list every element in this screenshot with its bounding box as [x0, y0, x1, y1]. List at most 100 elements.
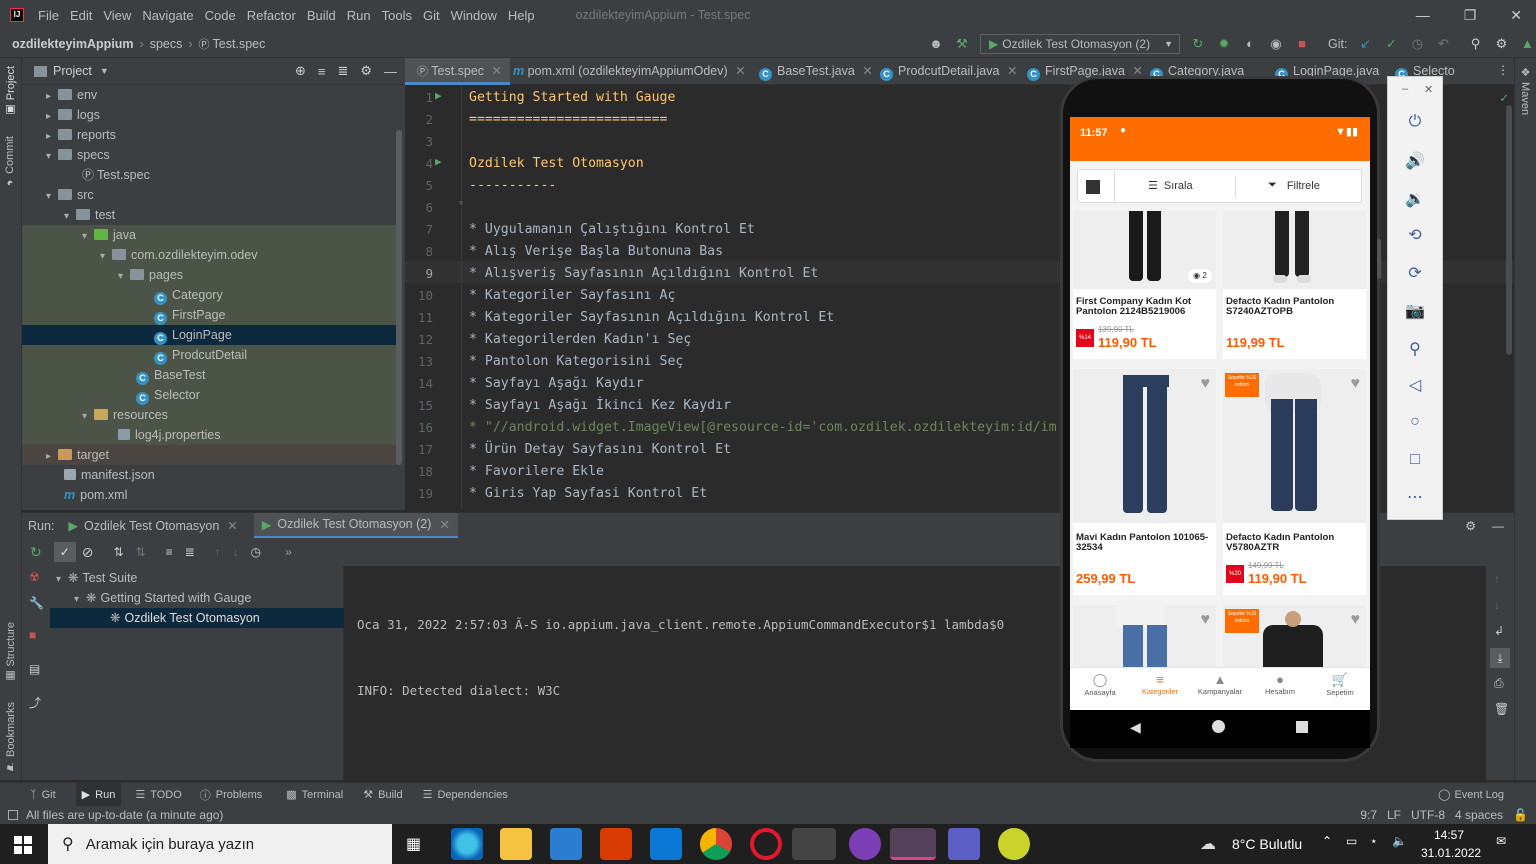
run-scenario-gutter-icon[interactable]: ▶	[435, 155, 442, 168]
favorite-heart-icon[interactable]: ♥	[1201, 611, 1211, 629]
maven-tool-tab[interactable]: ❖ Maven	[1519, 66, 1532, 115]
panel-settings-icon[interactable]: ⚙	[360, 63, 372, 79]
tree-item-java[interactable]: ▾ java	[82, 225, 136, 245]
tree-item-logs[interactable]: ▸ logs	[46, 105, 100, 125]
bookmarks-tool-tab[interactable]: ⚑ Bookmarks	[4, 702, 17, 773]
locate-file-icon[interactable]: ⊕	[295, 63, 306, 79]
tree-item-src[interactable]: ▾ src	[46, 185, 94, 205]
home-icon[interactable]: ○	[1388, 413, 1442, 431]
volume-down-icon[interactable]: 🔉	[1388, 189, 1442, 209]
rotate-right-icon[interactable]: ⟳	[1388, 263, 1442, 283]
status-toggle-icon[interactable]	[8, 810, 18, 820]
show-ignored-icon[interactable]: ⊘	[82, 544, 94, 561]
close-tab-icon[interactable]: ✕	[1007, 64, 1017, 78]
volume-up-icon[interactable]: 🔊	[1388, 151, 1442, 171]
todo-tool-tab[interactable]: ☰ TODO	[135, 788, 181, 802]
product-card[interactable]: ♥ Mavi Kadın Pantolon 101065-32534 259,9…	[1073, 369, 1216, 595]
android-recents-icon[interactable]	[1296, 721, 1308, 733]
tree-item-selector[interactable]: C Selector	[136, 385, 200, 405]
product-card[interactable]: Sepette %10 indirim ♥ Defacto Kadın Pant…	[1223, 369, 1366, 595]
close-tab-icon[interactable]: ✕	[735, 64, 745, 78]
breadcrumb-folder[interactable]: specs	[150, 37, 183, 51]
power-icon[interactable]: ⏻	[1388, 113, 1442, 131]
phone-screen[interactable]: 11:57 ● ▼▮▮ ☰ Sırala ⏷ Filtrele ◉ 2 First …	[1070, 117, 1370, 710]
tree-item-category[interactable]: C Category	[154, 285, 223, 305]
sort-duration-icon[interactable]: ⇅	[136, 545, 146, 559]
tree-item-package[interactable]: ▾ com.ozdilekteyim.odev	[100, 245, 257, 265]
menu-refactor[interactable]: Refactor	[247, 8, 296, 23]
back-icon[interactable]: ◁	[1388, 375, 1442, 395]
run-tab-2[interactable]: ▶ Ozdilek Test Otomasyon (2) ✕	[253, 512, 458, 539]
menu-navigate[interactable]: Navigate	[142, 8, 193, 23]
tree-item-log4j[interactable]: log4j.properties	[118, 425, 220, 445]
overview-icon[interactable]: □	[1388, 451, 1442, 469]
tree-item-test-spec[interactable]: Ⓟ Test.spec	[82, 165, 150, 185]
chrome-icon[interactable]	[700, 828, 732, 860]
tree-item-loginpage[interactable]: C LoginPage	[154, 325, 232, 345]
inspection-ok-icon[interactable]: ✓	[1500, 91, 1508, 106]
soft-wrap-icon[interactable]: ↲	[1494, 624, 1504, 638]
emulator-minimize-icon[interactable]: –	[1402, 83, 1408, 95]
gauge-spec-node[interactable]: ▾ ❋ Getting Started with Gauge	[74, 588, 251, 608]
taskbar-search-box[interactable]: ⚲ Aramak için buraya yazın	[48, 824, 392, 864]
tab-test-spec[interactable]: Ⓟ Test.spec ✕	[405, 58, 510, 85]
more-options-icon[interactable]: ⋯	[1388, 487, 1442, 507]
nav-categories[interactable]: ≡ Kategoriler	[1130, 672, 1190, 696]
product-card[interactable]: ♥	[1073, 605, 1216, 675]
commit-tool-tab[interactable]: ◕ Commit	[4, 136, 16, 189]
menu-run[interactable]: Run	[347, 8, 371, 23]
grid-view-icon[interactable]	[1086, 180, 1100, 194]
tab-pom-xml[interactable]: m pom.xml (ozdilekteyimAppiumOdev) ✕	[513, 58, 746, 85]
zoom-icon[interactable]: ⚲	[1388, 339, 1442, 359]
close-tab-icon[interactable]: ✕	[862, 64, 872, 78]
restore-icon[interactable]: ❐	[1464, 7, 1477, 24]
run-scenario-gutter-icon[interactable]: ▶	[435, 89, 442, 102]
lock-icon[interactable]: 🔓	[1513, 808, 1528, 822]
windows-start-icon[interactable]	[14, 836, 32, 854]
weather-text[interactable]: 8°C Bulutlu	[1232, 836, 1302, 852]
pin-icon[interactable]: ⤴	[29, 694, 41, 711]
android-home-icon[interactable]	[1212, 720, 1225, 733]
sort-button[interactable]: ☰ Sırala	[1148, 179, 1193, 193]
breadcrumb-project[interactable]: ozdilekteyimAppium	[12, 37, 134, 51]
rotate-left-icon[interactable]: ⟲	[1388, 225, 1442, 245]
clock-time[interactable]: 14:57	[1434, 828, 1464, 842]
collapse-all-icon[interactable]: ≣	[185, 545, 195, 559]
wrench-icon[interactable]: 🔧	[29, 596, 44, 610]
scroll-down-icon[interactable]: ↓	[1494, 598, 1500, 612]
build-tool-tab[interactable]: ⚒ Build	[363, 788, 402, 802]
tree-item-basetest[interactable]: C BaseTest	[136, 365, 205, 385]
nav-home[interactable]: ◯ Anasayfa	[1070, 672, 1130, 697]
notifications-icon[interactable]: ✉	[1496, 834, 1506, 848]
paint-icon[interactable]	[998, 828, 1030, 860]
status-message[interactable]: All files are up-to-date (a minute ago)	[26, 808, 223, 822]
menu-git[interactable]: Git	[423, 8, 440, 23]
intellij-taskbar-icon[interactable]	[890, 828, 936, 860]
terminal-tool-tab[interactable]: ▩ Terminal	[286, 788, 343, 802]
show-passed-icon[interactable]: ✓	[53, 542, 76, 562]
product-card[interactable]: Sepette %10 indirim ♥	[1223, 605, 1366, 675]
nav-campaigns[interactable]: ▲ Kampanyalar	[1190, 672, 1250, 696]
tree-item-pom[interactable]: m pom.xml	[64, 485, 127, 505]
tree-item-manifest[interactable]: manifest.json	[64, 465, 155, 485]
more-tabs-icon[interactable]: ⋮	[1497, 63, 1509, 77]
file-explorer-icon[interactable]	[500, 828, 532, 860]
project-panel-title[interactable]: Project	[53, 64, 92, 78]
stop-run-icon[interactable]: ■	[29, 628, 36, 642]
favorite-heart-icon[interactable]: ♥	[1351, 375, 1361, 393]
menu-edit[interactable]: Edit	[70, 8, 92, 23]
git-update-icon[interactable]: ↙	[1357, 36, 1373, 52]
fold-marker-icon[interactable]: ▿	[458, 198, 464, 209]
scroll-up-icon[interactable]: ↑	[1494, 572, 1500, 586]
tree-item-test[interactable]: ▾ test	[64, 205, 115, 225]
expand-all-icon[interactable]: ≡	[318, 64, 326, 79]
search-icon[interactable]: ⚲	[1467, 36, 1483, 52]
emulator-app-icon[interactable]	[849, 828, 881, 860]
close-window-icon[interactable]: ✕	[1510, 7, 1522, 24]
menu-help[interactable]: Help	[508, 8, 535, 23]
close-tab-icon[interactable]: ✕	[227, 518, 237, 533]
more-actions-icon[interactable]: »	[285, 545, 292, 559]
hide-panel-icon[interactable]: —	[384, 64, 397, 79]
indent-setting[interactable]: 4 spaces	[1455, 808, 1503, 822]
dependencies-tool-tab[interactable]: ☰ Dependencies	[423, 788, 508, 802]
